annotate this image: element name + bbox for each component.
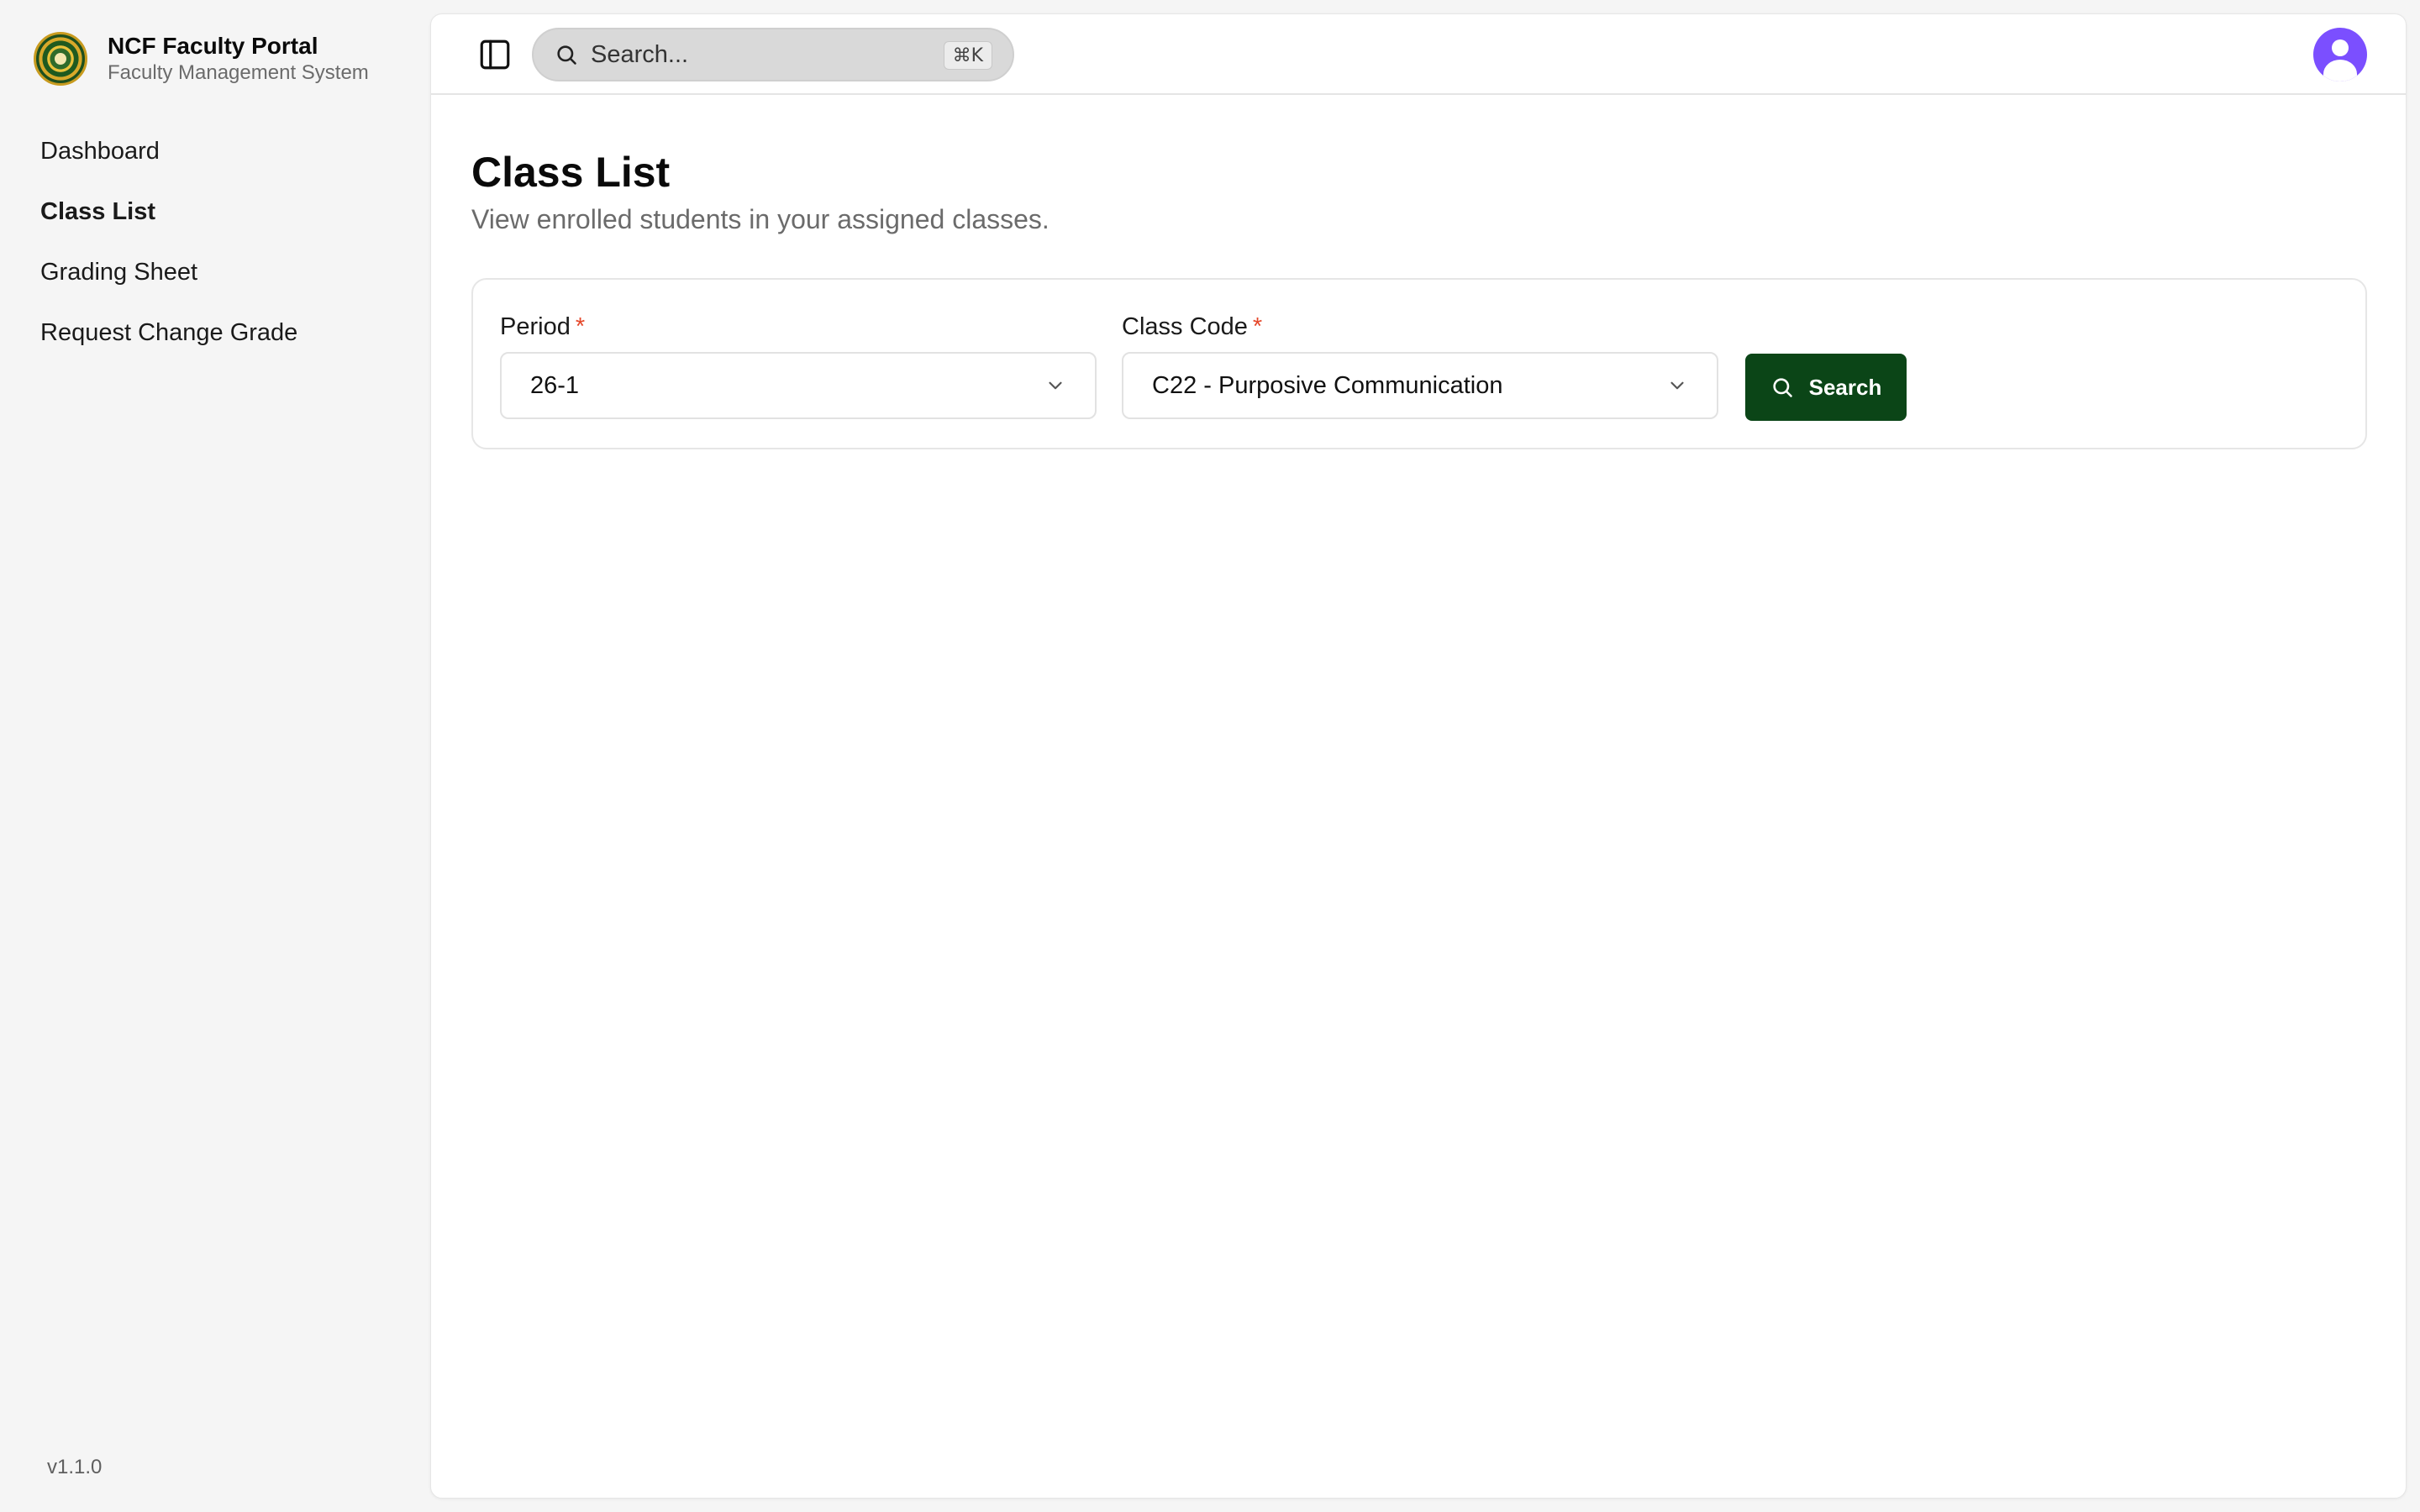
avatar-body [2323,60,2357,81]
period-field: Period * 26-1 [500,312,1097,419]
sidebar-item-dashboard[interactable]: Dashboard [27,124,410,178]
shortcut-hint: ⌘K [943,41,992,70]
version-label: v1.1.0 [47,1456,103,1478]
class-code-label-text: Class Code [1122,313,1248,340]
sidebar: NCF Faculty Portal Faculty Management Sy… [0,0,430,1512]
period-label-text: Period [500,313,571,340]
class-code-value: C22 - Purposive Communication [1152,371,1503,399]
brand-text: NCF Faculty Portal Faculty Management Sy… [108,32,369,86]
page-title: Class List [471,149,671,196]
chevron-down-icon [1044,375,1066,396]
brand-subtitle: Faculty Management System [108,61,369,84]
sidebar-item-request-change-grade[interactable]: Request Change Grade [27,306,410,360]
class-code-field: Class Code * C22 - Purposive Communicatio… [1122,312,1718,419]
app: NCF Faculty Portal Faculty Management Sy… [0,0,2420,1512]
topbar: Search... ⌘K [431,14,2406,95]
main-panel: Search... ⌘K Class List View enrolled st… [430,13,2407,1499]
brand[interactable]: NCF Faculty Portal Faculty Management Sy… [34,32,369,86]
sidebar-item-grading-sheet[interactable]: Grading Sheet [27,245,410,299]
content: Class List View enrolled students in you… [471,95,2367,449]
period-label: Period * [500,312,1097,342]
user-avatar-icon[interactable] [2313,28,2367,81]
search-icon [554,42,579,67]
class-code-label: Class Code * [1122,312,1718,342]
required-marker: * [1252,313,1263,340]
filter-card: Period * 26-1 Class Code * C22 - Purposive… [471,278,2367,449]
required-marker: * [575,313,586,340]
search-icon [1770,375,1794,399]
logo-icon [34,32,87,86]
period-select[interactable]: 26-1 [500,352,1097,419]
avatar-head [2332,39,2349,56]
sidebar-toggle-icon [480,39,510,70]
period-value: 26-1 [530,371,580,399]
sidebar-toggle-button[interactable] [475,34,515,75]
global-search-input[interactable]: Search... ⌘K [532,28,1014,81]
sidebar-item-class-list[interactable]: Class List [27,185,410,239]
search-button[interactable]: Search [1745,354,1907,421]
page-subtitle: View enrolled students in your assigned … [471,204,1050,234]
chevron-down-icon [1666,375,1688,396]
sidebar-nav: Dashboard Class List Grading Sheet Reque… [27,124,410,366]
search-placeholder: Search... [591,40,689,68]
class-code-select[interactable]: C22 - Purposive Communication [1122,352,1718,419]
brand-title: NCF Faculty Portal [108,33,318,59]
search-button-label: Search [1808,374,1882,400]
